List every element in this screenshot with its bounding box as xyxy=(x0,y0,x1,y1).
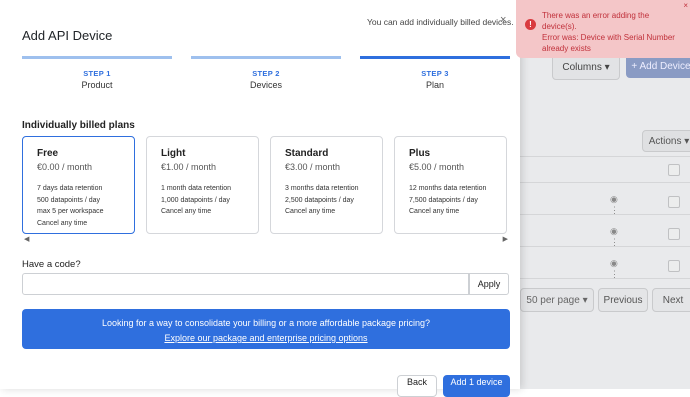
error-toast: ! There was an error adding the device(s… xyxy=(516,0,690,58)
plan-card-plus[interactable]: Plus €5.00 / month 12 months data retent… xyxy=(394,136,507,234)
plans-scroller: ◀ ▶ xyxy=(22,235,510,243)
plan-card-light[interactable]: Light €1.00 / month 1 month data retenti… xyxy=(146,136,259,234)
scroll-right-icon[interactable]: ▶ xyxy=(503,235,508,243)
plan-feature: 12 months data retention xyxy=(409,185,487,192)
step-progress-bar xyxy=(191,56,341,59)
background-row-divider xyxy=(520,214,690,215)
code-label: Have a code? xyxy=(22,259,81,270)
add-device-submit-button[interactable]: Add 1 device xyxy=(443,375,510,397)
row-checkbox xyxy=(668,260,680,272)
previous-page-button: Previous xyxy=(598,288,648,312)
pricing-options-link[interactable]: Explore our package and enterprise prici… xyxy=(164,333,367,343)
step-name: Plan xyxy=(425,80,444,90)
step-product: STEP 1 Product xyxy=(22,56,172,90)
plan-price: €0.00 / month xyxy=(37,162,93,172)
step-number: STEP 1 xyxy=(83,69,111,78)
plan-price: €1.00 / month xyxy=(161,162,217,172)
background-row-divider xyxy=(520,246,690,247)
plan-card-standard[interactable]: Standard €3.00 / month 3 months data ret… xyxy=(270,136,383,234)
scroll-left-icon[interactable]: ◀ xyxy=(24,235,29,243)
step-name: Product xyxy=(81,80,113,90)
step-plan: STEP 3 Plan xyxy=(360,56,510,90)
back-button[interactable]: Back xyxy=(397,375,437,397)
per-page-select: 50 per page ▾ xyxy=(520,288,594,312)
plan-feature: 500 datapoints / day xyxy=(37,196,101,204)
toast-message-line: There was an error adding the device(s). xyxy=(542,11,650,31)
plan-feature: 7 days data retention xyxy=(37,185,103,192)
row-checkbox xyxy=(668,164,680,176)
next-page-button: Next xyxy=(652,288,690,312)
step-progress-bar xyxy=(22,56,172,59)
row-eye-menu-icon: ◉ ⋮ xyxy=(610,258,619,279)
row-eye-menu-icon: ◉ ⋮ xyxy=(610,194,619,215)
step-progress-bar xyxy=(360,56,510,59)
pricing-promo-banner: Looking for a way to consolidate your bi… xyxy=(22,309,510,349)
plan-feature: Cancel any time xyxy=(37,219,88,227)
plan-feature: Cancel any time xyxy=(285,208,336,215)
row-checkbox xyxy=(668,196,680,208)
plan-name: Standard xyxy=(285,148,329,159)
plan-name: Plus xyxy=(409,148,431,159)
add-api-device-modal: Add API Device You can add individually … xyxy=(0,0,520,397)
stepper: STEP 1 Product STEP 2 Devices STEP 3 Pla… xyxy=(22,56,510,90)
toast-message-line: already exists xyxy=(542,44,591,53)
plan-feature: 2,500 datapoints / day xyxy=(285,196,354,204)
modal-hint-text: You can add individually billed devices. xyxy=(367,17,514,27)
plan-cards: Free €0.00 / month 7 days data retention… xyxy=(22,136,510,236)
step-name: Devices xyxy=(249,80,282,90)
step-number: STEP 3 xyxy=(421,69,449,78)
plan-feature: Cancel any time xyxy=(161,208,212,215)
plan-feature: 1 month data retention xyxy=(161,185,232,192)
actions-button: Actions ▾ xyxy=(642,130,690,152)
background-row-divider xyxy=(520,182,690,183)
step-number: STEP 2 xyxy=(252,69,280,78)
plan-name: Free xyxy=(37,148,59,159)
apply-code-button[interactable]: Apply xyxy=(469,273,509,295)
plan-feature: max 5 per workspace xyxy=(37,208,104,215)
plan-card-free[interactable]: Free €0.00 / month 7 days data retention… xyxy=(22,136,135,234)
plan-price: €5.00 / month xyxy=(409,162,465,172)
plans-section-title: Individually billed plans xyxy=(22,120,135,131)
plan-price: €3.00 / month xyxy=(285,162,341,172)
plan-feature: Cancel any time xyxy=(409,208,460,215)
plan-name: Light xyxy=(161,148,186,159)
plan-feature: 1,000 datapoints / day xyxy=(161,196,230,204)
promo-question: Looking for a way to consolidate your bi… xyxy=(101,318,431,328)
modal-close-icon[interactable]: × xyxy=(500,14,506,26)
background-row-divider xyxy=(520,156,690,157)
toast-message-line: Error was: Device with Serial Number xyxy=(542,33,675,42)
background-row-divider xyxy=(520,278,690,279)
modal-title: Add API Device xyxy=(22,28,113,43)
error-icon: ! xyxy=(525,19,536,30)
row-checkbox xyxy=(668,228,680,240)
plan-feature: 3 months data retention xyxy=(285,185,359,192)
toast-close-icon[interactable]: × xyxy=(683,1,688,10)
step-devices: STEP 2 Devices xyxy=(191,56,341,90)
code-input[interactable] xyxy=(22,273,469,295)
plan-feature: 7,500 datapoints / day xyxy=(409,196,478,204)
row-eye-menu-icon: ◉ ⋮ xyxy=(610,226,619,247)
